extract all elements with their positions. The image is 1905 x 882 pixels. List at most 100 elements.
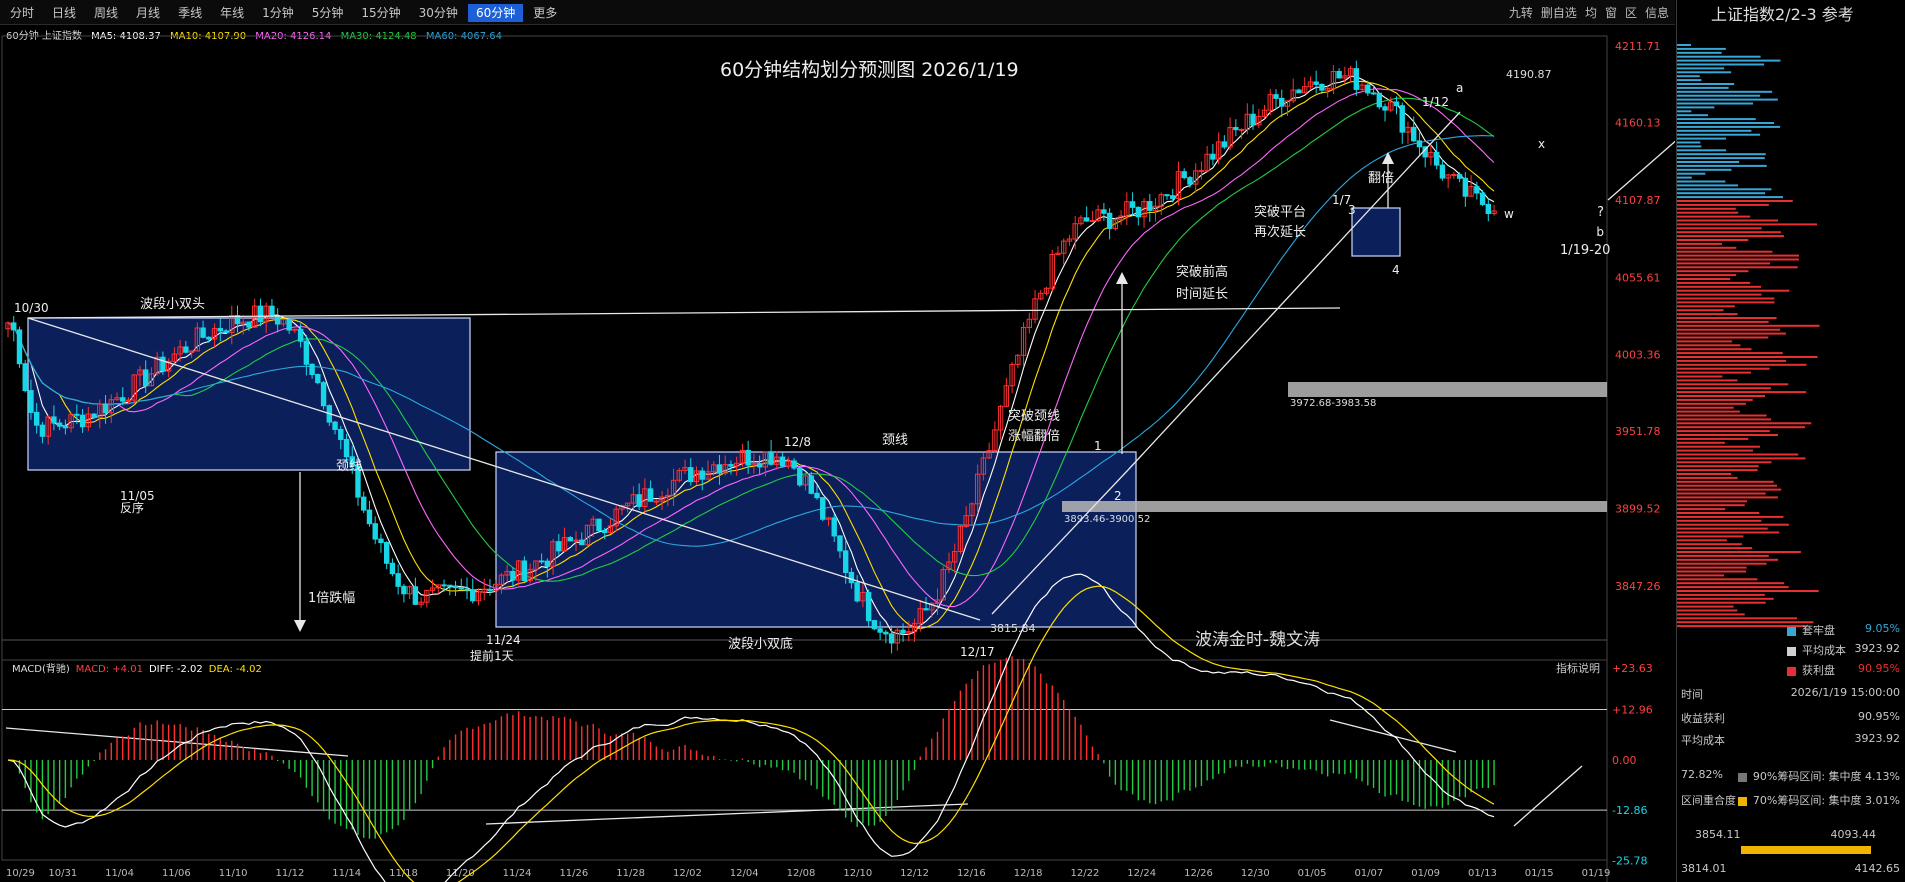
- cost-value: 3923.92: [1854, 732, 1901, 745]
- chip-bar: [1677, 180, 1726, 183]
- wave-a: a: [1456, 81, 1463, 95]
- date-tick-label: 12/26: [1184, 868, 1213, 879]
- chip-bar: [1677, 203, 1769, 206]
- chip-bar: [1677, 129, 1752, 132]
- chip-bar: [1677, 157, 1765, 160]
- candle-body: [883, 631, 889, 635]
- date-1030: 10/30: [14, 301, 49, 315]
- candle-body: [74, 413, 80, 416]
- chip-bar: [1677, 488, 1782, 491]
- date-tick-label: 01/09: [1411, 868, 1440, 879]
- low-value: 3815.84: [990, 622, 1036, 635]
- date-tick-label: 11/10: [219, 868, 248, 879]
- chip-bar: [1677, 110, 1692, 113]
- date-1217: 12/17: [960, 645, 995, 659]
- candle-body: [636, 494, 642, 507]
- candle-body: [441, 584, 447, 587]
- candle-body: [865, 591, 872, 622]
- date-tick-label: 01/13: [1468, 868, 1497, 879]
- indicator-help-link[interactable]: 指标说明: [1556, 661, 1600, 675]
- chip-bar: [1677, 508, 1726, 511]
- candle-body: [791, 460, 797, 469]
- scale-low: 3814.01: [1681, 862, 1727, 875]
- date-tick-label: 12/22: [1071, 868, 1100, 879]
- candle-body: [1416, 140, 1423, 148]
- chip-bar: [1677, 309, 1724, 312]
- chip-bar: [1677, 441, 1725, 444]
- date-tick-label: 11/28: [616, 868, 645, 879]
- chip-bar: [1677, 582, 1785, 585]
- candle-body: [837, 535, 843, 552]
- early-label: 提前1天: [470, 648, 514, 663]
- gap-zone-upper: [1288, 382, 1607, 397]
- chip-bar: [1677, 98, 1778, 101]
- chip-bar: [1677, 492, 1766, 495]
- date-tick-label: 12/02: [673, 868, 702, 879]
- chip-bar: [1677, 313, 1738, 316]
- candle-body: [39, 424, 46, 437]
- macd-tick-label: -12.86: [1612, 804, 1647, 817]
- chip-bar: [1677, 519, 1762, 522]
- band70-row: 区间重合度 70%筹码区间: 集中度 3.01%: [1681, 792, 1900, 808]
- chip-bar: [1677, 305, 1735, 308]
- candle-body: [332, 421, 338, 430]
- chip-bar: [1677, 324, 1820, 327]
- chip-bar: [1677, 566, 1747, 569]
- chip-bar: [1677, 122, 1774, 124]
- candle-body: [1336, 70, 1342, 79]
- candle-body: [28, 390, 34, 413]
- candle-body: [1273, 94, 1279, 99]
- chip-bar: [1677, 469, 1758, 472]
- legend-row: 平均成本 3923.92: [1787, 642, 1900, 658]
- date-tick-label: 12/24: [1127, 868, 1156, 879]
- candle-body: [699, 470, 705, 480]
- chip-bar: [1677, 223, 1817, 226]
- band-low: 3854.11: [1695, 828, 1741, 841]
- date-tick-label: 12/08: [787, 868, 816, 879]
- candle-body: [1238, 128, 1245, 131]
- scale-high: 4142.65: [1854, 862, 1901, 875]
- chip-bar: [1677, 145, 1702, 148]
- chip-bar: [1677, 418, 1772, 421]
- chip-bar: [1677, 118, 1756, 121]
- break-high-label-1: 突破前高: [1176, 264, 1228, 280]
- candle-body: [1393, 101, 1400, 107]
- target-arrow-line: [1607, 140, 1675, 201]
- chip-bar: [1677, 480, 1774, 483]
- chip-bar: [1677, 227, 1762, 230]
- band90-text: 90%筹码区间: 集中度 4.13%: [1752, 770, 1900, 783]
- date-tick-label: 11/26: [559, 868, 588, 879]
- candle-body: [538, 560, 545, 563]
- chip-bar: [1677, 270, 1749, 273]
- chip-bar: [1677, 274, 1737, 277]
- neckline-label-2: 颈线: [882, 433, 908, 448]
- candle-body: [383, 541, 390, 564]
- chip-bar: [1677, 75, 1700, 78]
- candle-body: [315, 374, 321, 384]
- chip-bar: [1677, 613, 1745, 616]
- chip-bar: [1677, 453, 1799, 456]
- kline-chart[interactable]: 4211.71 4160.13 4107.87 4055.61 4003.36 3951.…: [0, 0, 1675, 882]
- candle-body: [596, 518, 602, 531]
- chip-bar: [1677, 515, 1784, 518]
- date-tick-label: 01/19: [1582, 868, 1611, 879]
- cost-label: 平均成本: [1681, 734, 1725, 747]
- candle-body: [647, 488, 654, 502]
- overlap-label: 区间重合度: [1681, 794, 1736, 807]
- legend-value: 9.05%: [1865, 622, 1900, 635]
- chip-bar: [1677, 359, 1787, 362]
- chip-bar: [1677, 188, 1772, 191]
- candle-body: [33, 411, 40, 426]
- date-tick-label: 11/12: [276, 868, 305, 879]
- prior-high-line: [27, 307, 1341, 319]
- chip-bar: [1677, 434, 1778, 436]
- candle-body: [1456, 174, 1463, 179]
- candle-body: [378, 538, 384, 543]
- chip-bar: [1677, 200, 1793, 202]
- chip-bar: [1677, 114, 1708, 117]
- chip-bar: [1677, 328, 1781, 331]
- macd-divergence-1: [5, 727, 349, 757]
- candle-body: [487, 588, 493, 592]
- chip-bar: [1677, 161, 1740, 163]
- candle-body: [521, 560, 528, 582]
